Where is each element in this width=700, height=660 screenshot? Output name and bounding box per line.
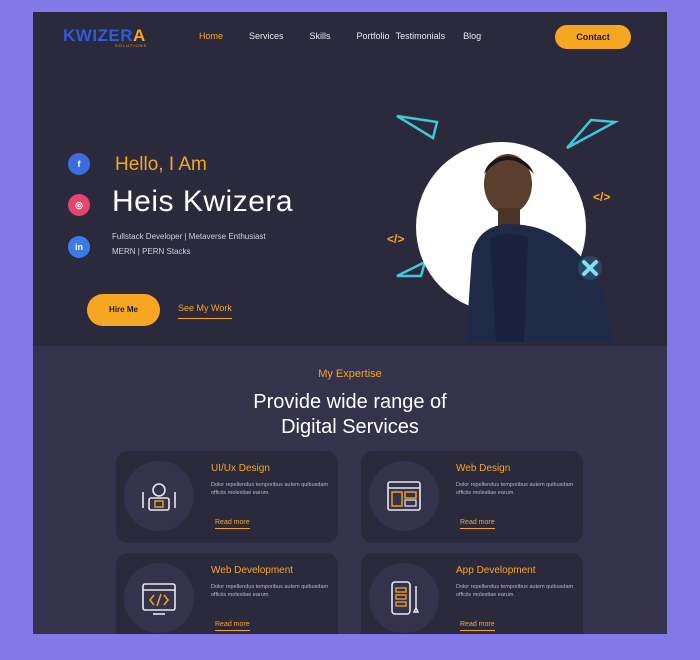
hero-tagline-line1: Fullstack Developer | Metaverse Enthusia… [112, 232, 266, 241]
triangle-decoration-icon [396, 114, 439, 140]
card-title: App Development [456, 565, 536, 576]
hero-tagline-line2: MERN | PERN Stacks [112, 247, 191, 256]
nav-link-skills[interactable]: Skills [310, 31, 331, 41]
nav-link-testimonials[interactable]: Testimonials [396, 31, 446, 41]
service-card-web-design[interactable]: Web Design Dolor repellendus temporibus … [361, 451, 583, 543]
uiux-design-icon [124, 461, 194, 531]
hero-tagline: Fullstack Developer | Metaverse Enthusia… [112, 229, 352, 259]
nav-link-home[interactable]: Home [199, 31, 223, 41]
service-card-uiux[interactable]: UI/Ux Design Dolor repellendus temporibu… [116, 451, 338, 543]
contact-button[interactable]: Contact [555, 25, 631, 49]
nav-links: Home Services Skills Portfolio Testimoni… [199, 31, 507, 41]
card-description: Dolor repellendus temporibus autem quibu… [211, 584, 329, 598]
navbar: KWIZERA SOLUTIONS Home Services Skills P… [33, 12, 667, 62]
hero-name: Heis Kwizera [112, 185, 294, 218]
expertise-heading-line1: Provide wide range of [253, 391, 447, 413]
developer-portrait [466, 154, 612, 342]
facebook-icon[interactable]: f [68, 153, 90, 175]
read-more-link[interactable]: Read more [460, 519, 495, 529]
app-development-icon [369, 563, 439, 633]
expertise-section: My Expertise Provide wide range of Digit… [33, 346, 667, 634]
card-description: Dolor repellendus temporibus autem quibu… [211, 482, 329, 496]
hero-greeting: Hello, I Am [115, 154, 207, 175]
nav-link-services[interactable]: Services [249, 31, 284, 41]
read-more-link[interactable]: Read more [215, 621, 250, 631]
code-icon: </> [387, 232, 405, 246]
card-description: Dolor repellendus temporibus autem quibu… [456, 584, 574, 598]
card-title: Web Design [456, 463, 511, 474]
card-title: UI/Ux Design [211, 463, 270, 474]
web-design-icon [369, 461, 439, 531]
code-icon: </> [593, 190, 611, 204]
service-card-app-development[interactable]: App Development Dolor repellendus tempor… [361, 553, 583, 634]
read-more-link[interactable]: Read more [460, 621, 495, 631]
dribbble-icon[interactable]: ◎ [68, 194, 90, 216]
nav-link-portfolio[interactable]: Portfolio [357, 31, 390, 41]
service-card-web-development[interactable]: Web Development Dolor repellendus tempor… [116, 553, 338, 634]
read-more-link[interactable]: Read more [215, 519, 250, 529]
web-development-icon [124, 563, 194, 633]
expertise-heading: Provide wide range of Digital Services [33, 390, 667, 440]
expertise-kicker: My Expertise [318, 368, 382, 380]
linkedin-icon[interactable]: in [68, 236, 90, 258]
nav-link-blog[interactable]: Blog [463, 31, 481, 41]
card-description: Dolor repellendus temporibus autem quibu… [456, 482, 574, 496]
card-title: Web Development [211, 565, 294, 576]
see-my-work-link[interactable]: See My Work [178, 303, 232, 319]
hire-me-button[interactable]: Hire Me [87, 294, 160, 326]
logo-subtitle: SOLUTIONS [115, 43, 148, 48]
expertise-heading-line2: Digital Services [281, 416, 419, 438]
website-frame: KWIZERA SOLUTIONS Home Services Skills P… [33, 12, 667, 634]
